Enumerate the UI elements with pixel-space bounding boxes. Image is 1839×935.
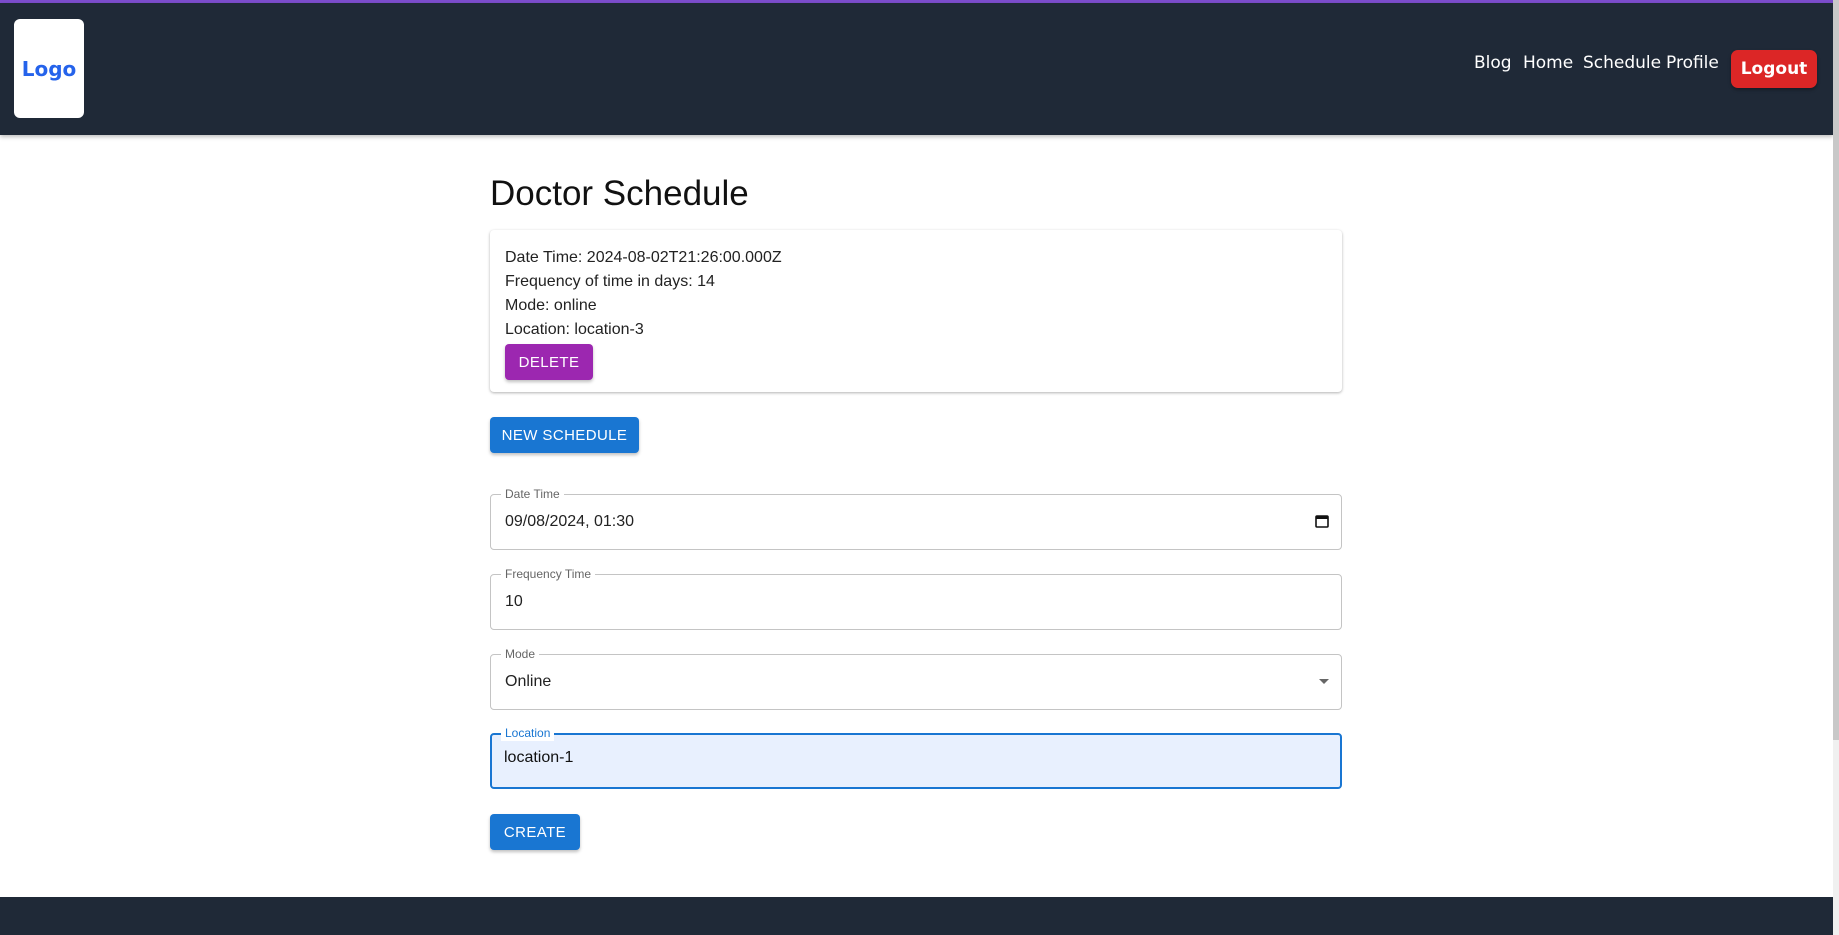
schedule-date-time: Date Time: 2024-08-02T21:26:00.000Z — [505, 249, 782, 266]
schedule-frequency: Frequency of time in days: 14 — [505, 273, 715, 290]
page-title: Doctor Schedule — [490, 174, 749, 213]
new-schedule-button[interactable]: NEW SCHEDULE — [490, 417, 639, 453]
schedule-mode: Mode: online — [505, 297, 597, 314]
mode-label: Mode — [501, 646, 540, 662]
date-time-value: 09/08/2024, 01:30 — [505, 513, 635, 530]
frequency-time-label: Frequency Time — [501, 566, 596, 582]
scrollbar-thumb[interactable] — [1833, 0, 1839, 740]
location-field[interactable]: Location — [490, 725, 1342, 789]
date-time-label: Date Time — [501, 486, 564, 502]
schedule-location: Location: location-3 — [505, 321, 644, 338]
logo-text: Logo — [21, 56, 77, 81]
logo[interactable]: Logo — [14, 19, 84, 118]
delete-button[interactable]: DELETE — [505, 344, 593, 380]
date-time-field[interactable]: Date Time 09/08/2024, 01:30 — [490, 486, 1342, 550]
mode-value: Online — [505, 673, 552, 690]
nav-link-profile[interactable]: Profile — [1666, 53, 1719, 73]
create-button[interactable]: CREATE — [490, 814, 580, 850]
location-label: Location — [501, 725, 555, 741]
chevron-down-icon[interactable] — [1319, 679, 1329, 684]
main-content: Doctor Schedule Date Time: 2024-08-02T21… — [490, 170, 1342, 850]
nav-link-home[interactable]: Home — [1523, 53, 1573, 73]
scrollbar-track[interactable] — [1833, 0, 1839, 935]
nav-link-blog[interactable]: Blog — [1474, 53, 1512, 73]
mode-select[interactable]: Mode Online — [490, 646, 1342, 710]
nav-link-schedule[interactable]: Schedule — [1583, 53, 1661, 73]
frequency-time-value: 10 — [505, 593, 523, 610]
schedule-card: Date Time: 2024-08-02T21:26:00.000Z Freq… — [490, 230, 1342, 392]
page: Logo Blog Home Schedule Profile Logout D… — [0, 0, 1839, 935]
footer — [0, 897, 1833, 935]
logout-button[interactable]: Logout — [1731, 50, 1817, 88]
frequency-time-field[interactable]: Frequency Time 10 — [490, 566, 1342, 630]
navbar: Logo Blog Home Schedule Profile Logout — [0, 3, 1833, 135]
calendar-icon[interactable] — [1315, 514, 1329, 528]
location-input[interactable] — [504, 749, 1304, 767]
